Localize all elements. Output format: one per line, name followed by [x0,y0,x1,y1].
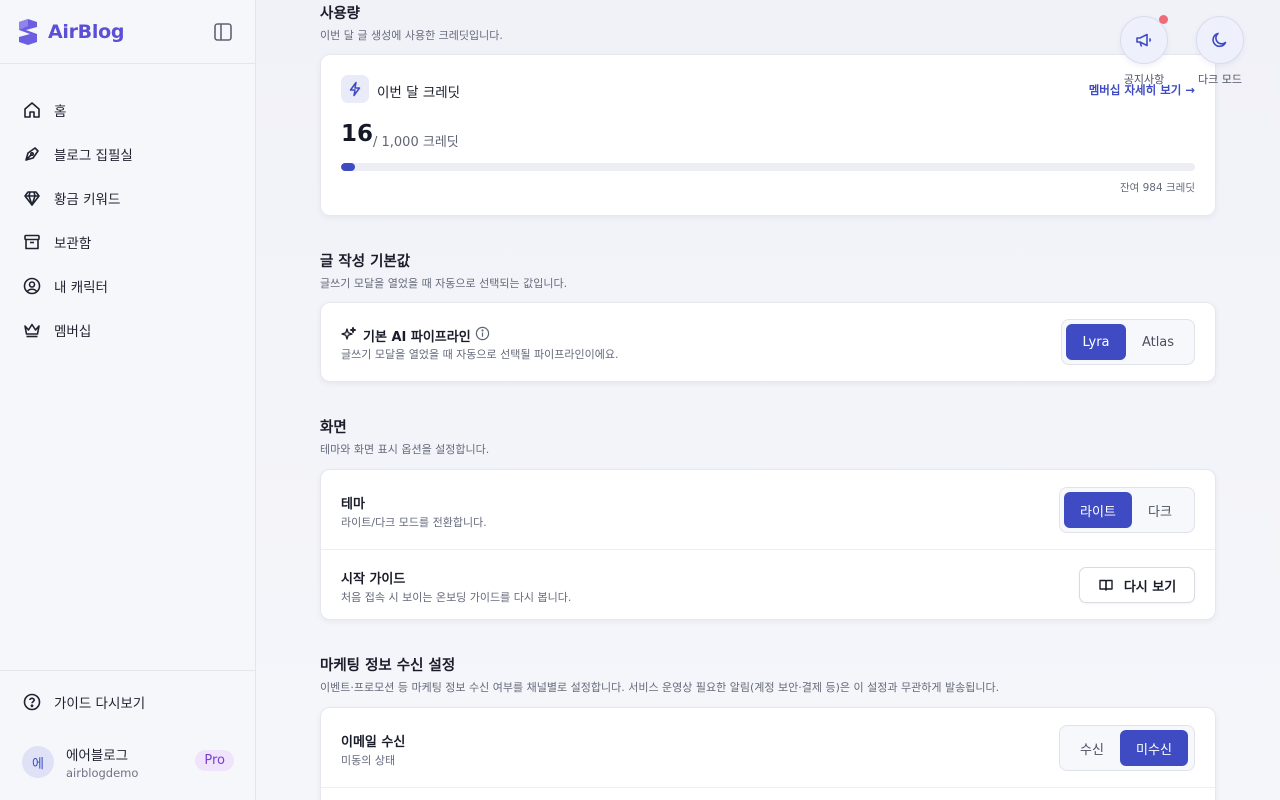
sidebar-item-my-character[interactable]: 내 캐릭터 [0,264,255,308]
pipeline-label: 기본 AI 파이프라인 [363,330,471,345]
info-icon[interactable] [475,326,490,341]
sidebar-item-label: 홈 [54,104,67,120]
credit-progress-fill [341,163,355,171]
dark-mode-label: 다크 모드 [1198,73,1242,86]
sidebar: AirBlog 홈 블로그 집필실 황금 키워드 보관함 내 캐릭터 멤버십 가… [0,0,256,800]
credit-card: 이번 달 크레딧 멤버십 자세히 보기 → 16 / 1,000 크레딧 잔여 … [320,54,1216,216]
plan-badge: Pro [195,750,234,771]
help-circle-icon [23,693,41,711]
user-circle-icon [23,277,41,295]
sparkles-icon [341,326,357,340]
theme-selector: 라이트 다크 [1059,487,1195,533]
defaults-section-title: 글 작성 기본값 [320,254,411,270]
display-card: 테마 라이트/다크 모드를 전환합니다. 라이트 다크 시작 가이드 처음 접속… [320,469,1216,620]
sidebar-item-label: 내 캐릭터 [54,280,108,296]
email-consent-desc: 미동의 상태 [341,754,396,767]
home-icon [24,102,40,118]
sidebar-nav: 홈 블로그 집필실 황금 키워드 보관함 내 캐릭터 멤버십 [0,64,255,352]
sidebar-item-label: 황금 키워드 [54,192,121,208]
guide-replay-link[interactable]: 가이드 다시보기 [0,671,255,733]
megaphone-icon [1136,33,1152,47]
usage-section-desc: 이번 달 글 생성에 사용한 크레딧입니다. [320,29,503,42]
credit-used: 16 [341,121,374,147]
sidebar-item-golden-keyword[interactable]: 황금 키워드 [0,176,255,220]
user-id: airblogdemo [66,766,139,780]
email-consent-selector: 수신 미수신 [1059,725,1195,771]
gem-icon [24,191,40,206]
pipeline-option-atlas[interactable]: Atlas [1126,324,1190,360]
moon-icon [1212,32,1227,48]
credit-progress-bar [341,163,1195,171]
avatar: 에 [22,746,54,778]
notice-label: 공지사항 [1123,73,1165,86]
marketing-section-desc: 이벤트·프로모션 등 마케팅 정보 수신 여부를 채널별로 설정합니다. 서비스… [320,681,1000,694]
brand-name: AirBlog [48,20,125,43]
book-open-icon [1099,579,1113,591]
sidebar-item-writing-room[interactable]: 블로그 집필실 [0,132,255,176]
archive-icon [24,234,40,250]
marketing-card: 이메일 수신 미동의 상태 수신 미수신 [320,707,1216,800]
notice-unread-dot [1159,15,1168,24]
crown-icon [24,323,40,338]
sidebar-footer: 가이드 다시보기 에 에어블로그 airblogdemo Pro [0,670,255,800]
airblog-logo-icon [19,18,37,45]
sidebar-item-label: 멤버십 [54,324,92,340]
email-option-accept[interactable]: 수신 [1064,730,1120,766]
sidebar-item-label: 블로그 집필실 [54,148,133,164]
pipeline-card: 기본 AI 파이프라인 글쓰기 모달을 열었을 때 자동으로 선택될 파이프라인… [320,302,1216,382]
display-section-desc: 테마와 화면 표시 옵션을 설정합니다. [320,443,490,456]
guide-reopen-label: 다시 보기 [1123,579,1177,595]
credit-card-title: 이번 달 크레딧 [377,85,461,101]
dark-mode-button[interactable] [1196,16,1244,64]
row-divider [321,549,1215,550]
sidebar-toggle-icon[interactable] [212,21,234,43]
marketing-section-title: 마케팅 정보 수신 설정 [320,658,456,674]
theme-option-dark[interactable]: 다크 [1132,492,1188,528]
sidebar-item-membership[interactable]: 멤버십 [0,308,255,352]
theme-desc: 라이트/다크 모드를 전환합니다. [341,516,487,529]
sidebar-item-archive[interactable]: 보관함 [0,220,255,264]
pipeline-option-lyra[interactable]: Lyra [1066,324,1126,360]
lightning-icon [341,75,369,103]
email-consent-label: 이메일 수신 [341,735,406,750]
settings-main: 사용량 이번 달 글 생성에 사용한 크레딧입니다. 이번 달 크레딧 멤버십 … [256,0,1280,800]
guide-replay-label: 가이드 다시보기 [54,696,146,712]
theme-label: 테마 [341,497,365,512]
theme-option-light[interactable]: 라이트 [1064,492,1132,528]
display-section-title: 화면 [320,420,347,436]
row-divider [321,787,1215,788]
guide-reopen-button[interactable]: 다시 보기 [1079,567,1195,603]
pen-nib-icon [25,147,39,161]
credit-total: / 1,000 크레딧 [373,135,459,150]
email-option-decline[interactable]: 미수신 [1120,730,1188,766]
pipeline-selector: Lyra Atlas [1061,319,1195,365]
sidebar-item-label: 보관함 [54,236,92,252]
pipeline-desc: 글쓰기 모달을 열었을 때 자동으로 선택될 파이프라인이에요. [341,348,619,361]
defaults-section-desc: 글쓰기 모달을 열었을 때 자동으로 선택되는 값입니다. [320,277,568,290]
usage-section-title: 사용량 [320,6,361,22]
user-profile[interactable]: 에 에어블로그 airblogdemo Pro [22,745,234,780]
start-guide-desc: 처음 접속 시 보이는 온보딩 가이드를 다시 봅니다. [341,591,572,604]
start-guide-label: 시작 가이드 [341,572,406,587]
credit-remaining: 잔여 984 크레딧 [1119,182,1195,194]
user-name: 에어블로그 [66,748,129,764]
sidebar-item-home[interactable]: 홈 [0,88,255,132]
